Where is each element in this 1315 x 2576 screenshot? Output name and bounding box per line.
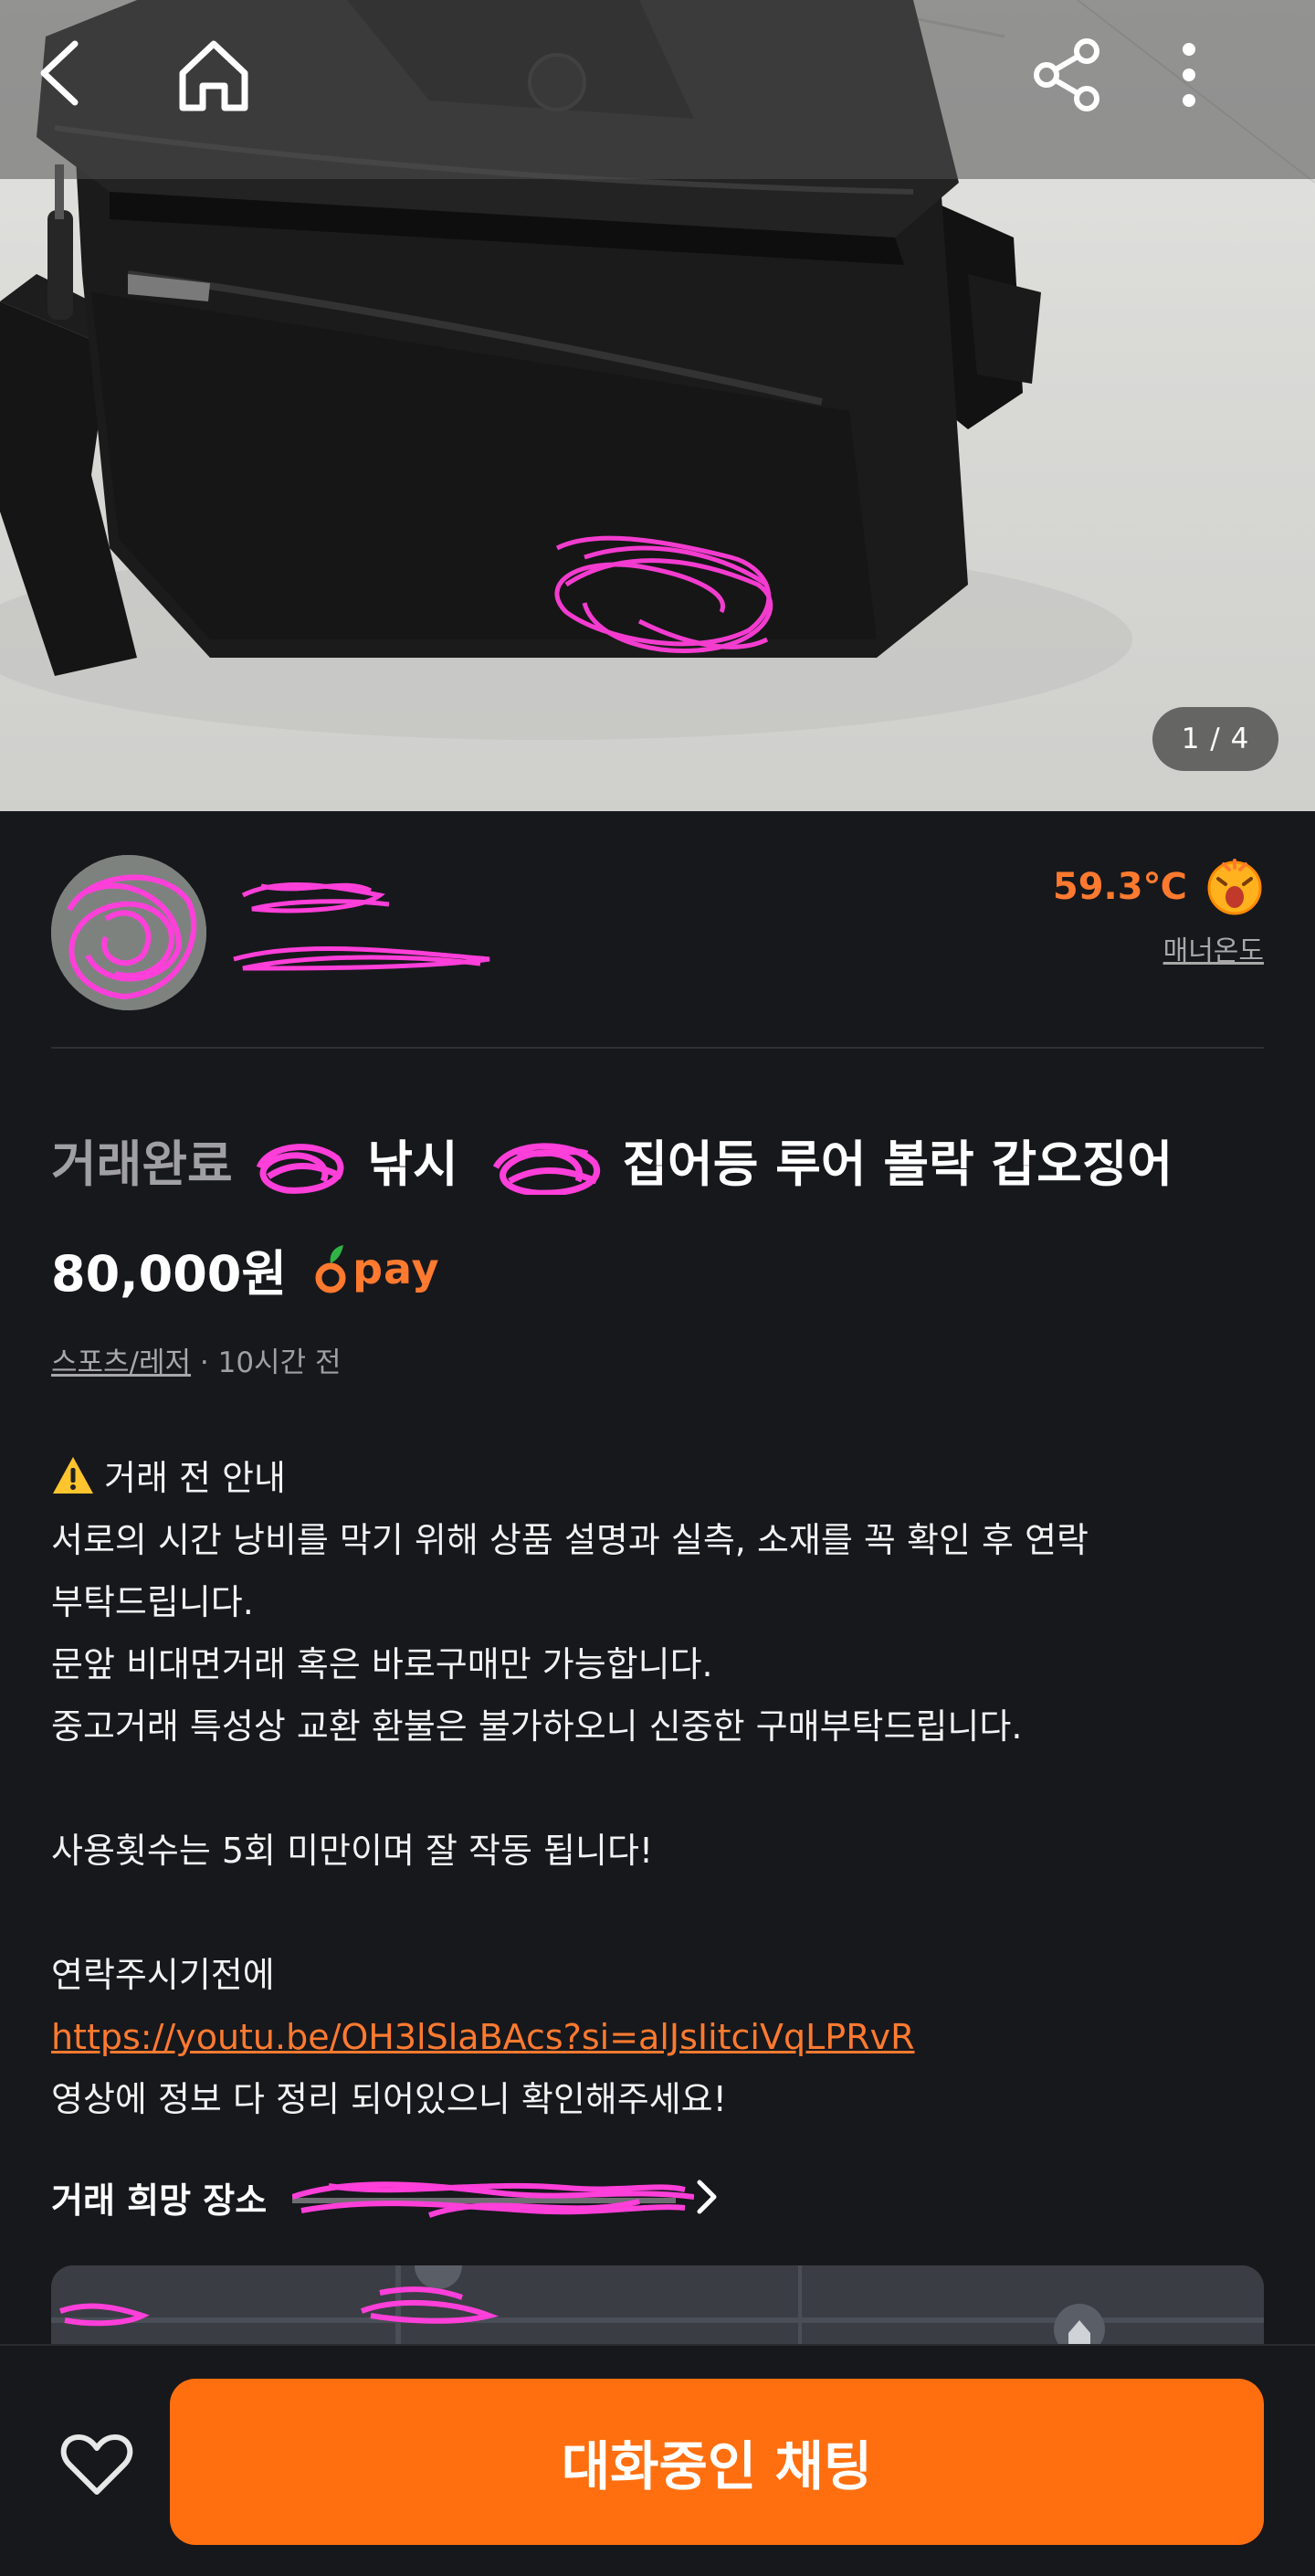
like-button[interactable] <box>51 2419 142 2510</box>
preferred-place-row[interactable]: 거래 희망 장소 <box>51 2165 721 2229</box>
avatar-redaction <box>51 855 206 1010</box>
back-button[interactable] <box>31 37 141 146</box>
pay-label: pay <box>352 1244 440 1293</box>
price-row: 80,000원 pay <box>51 1228 440 1310</box>
chevron-right-icon <box>697 2180 717 2214</box>
home-button[interactable] <box>175 37 285 146</box>
description-line: 문앞 비대면거래 혹은 바로구매만 가능합니다. <box>51 1644 713 1684</box>
sale-status-badge: 거래완료 <box>51 1135 233 1193</box>
posted-time: · 10시간 전 <box>191 1346 342 1379</box>
bottom-action-bar: 대화중인 채팅 <box>0 2344 1315 2576</box>
manner-temperature-label[interactable]: 매너온도 <box>1163 928 1264 968</box>
title-redaction <box>487 1140 605 1196</box>
title-part-2: 집어등 루어 볼락 갑오징어 <box>622 1135 1173 1193</box>
closing-line: 영상에 정보 다 정리 되어있으니 확인해주세요! <box>51 2079 727 2119</box>
back-icon <box>40 40 79 106</box>
usage-line: 사용횟수는 5회 미만이며 잘 작동 됩니다! <box>51 1831 654 1871</box>
temperature-face-icon <box>1207 859 1262 915</box>
preferred-place-redaction <box>292 2170 695 2224</box>
product-price: 80,000원 <box>51 1244 288 1303</box>
more-icon <box>1183 43 1195 107</box>
preferred-place-label: 거래 희망 장소 <box>51 2180 268 2221</box>
seller-divider <box>51 1047 1264 1049</box>
contact-line: 연락주시기전에 <box>51 1955 275 1995</box>
seller-profile[interactable]: 59.3℃ 매너온도 <box>51 850 1264 1047</box>
description-line: 서로의 시간 낭비를 막기 위해 상품 설명과 실측, 소재를 꼭 확인 후 연… <box>51 1520 1089 1560</box>
title-part-1: 낚시 <box>367 1135 458 1193</box>
description-line: 중고거래 특성상 교환 환불은 불가하오니 신중한 구매부탁드립니다. <box>51 1706 1023 1747</box>
product-meta: 스포츠/레저 · 10시간 전 <box>51 1339 341 1380</box>
share-button[interactable] <box>1030 37 1140 146</box>
home-icon <box>179 40 248 111</box>
more-options-button[interactable] <box>1171 37 1280 146</box>
seller-name-redaction <box>233 882 490 971</box>
product-photo[interactable]: 1 / 4 <box>0 0 1315 811</box>
manner-temperature: 59.3℃ <box>1052 866 1187 908</box>
youtube-link[interactable]: https://youtu.be/OH3lSlaBAcs?si=alJsIitc… <box>51 2017 915 2057</box>
category-link[interactable]: 스포츠/레저 <box>51 1346 191 1379</box>
seller-avatar[interactable] <box>51 855 206 1010</box>
karrot-pay-badge: pay <box>312 1240 440 1298</box>
notice-title: 거래 전 안내 <box>104 1458 286 1498</box>
description-line: 부탁드립니다. <box>51 1582 254 1622</box>
product-title: 거래완료 낚시 집어등 루어 볼락 갑오징어 <box>51 1124 1264 1206</box>
carrot-pay-icon <box>315 1245 346 1293</box>
product-description: 거래 전 안내 서로의 시간 낭비를 막기 위해 상품 설명과 실측, 소재를 … <box>51 1447 1275 2130</box>
chat-button[interactable]: 대화중인 채팅 <box>170 2379 1264 2545</box>
heart-icon <box>60 2434 133 2495</box>
photo-page-indicator: 1 / 4 <box>1152 707 1278 771</box>
notice-heading: 거래 전 안내 <box>51 1447 1275 1509</box>
title-redaction <box>250 1140 351 1195</box>
warning-icon <box>53 1457 93 1494</box>
share-icon <box>1034 38 1099 111</box>
